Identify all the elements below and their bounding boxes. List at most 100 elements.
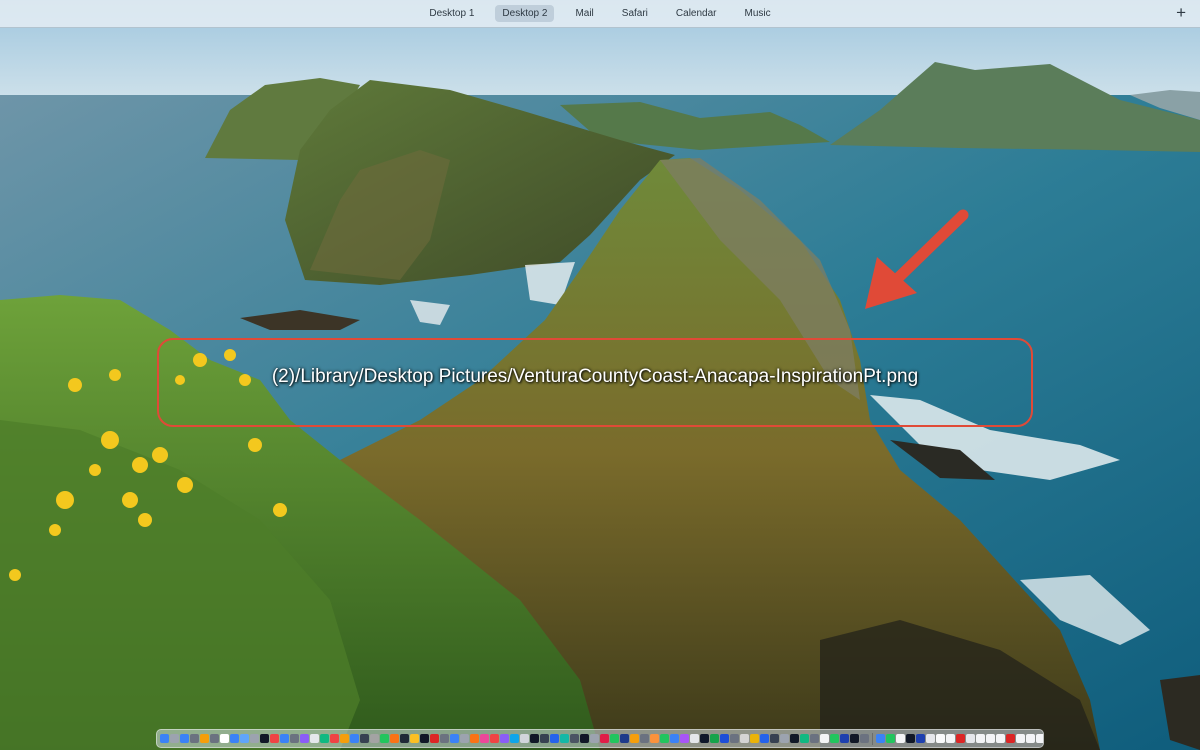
dock-app-icon[interactable]	[420, 734, 429, 743]
dock-separator	[872, 732, 873, 745]
dock-app-icon[interactable]	[230, 734, 239, 743]
dock-app-icon[interactable]	[180, 734, 189, 743]
spaces-list: Desktop 1 Desktop 2 Mail Safari Calendar Musi…	[422, 5, 777, 22]
dock-app-icon[interactable]	[280, 734, 289, 743]
dock-app-icon[interactable]	[360, 734, 369, 743]
dock-app-icon[interactable]	[640, 734, 649, 743]
dock-app-icon[interactable]	[530, 734, 539, 743]
dock-app-icon[interactable]	[260, 734, 269, 743]
space-tab-calendar[interactable]: Calendar	[669, 5, 724, 22]
dock-app-icon[interactable]	[720, 734, 729, 743]
dock-app-icon[interactable]	[1026, 734, 1035, 743]
dock-app-icon[interactable]	[916, 734, 925, 743]
dock-app-icon[interactable]	[780, 734, 789, 743]
dock-app-icon[interactable]	[1016, 734, 1025, 743]
add-desktop-button[interactable]: +	[1176, 3, 1186, 23]
dock-app-icon[interactable]	[906, 734, 915, 743]
dock-app-icon[interactable]	[820, 734, 829, 743]
dock-app-icon[interactable]	[680, 734, 689, 743]
dock-app-icon[interactable]	[860, 734, 869, 743]
dock-app-icon[interactable]	[936, 734, 945, 743]
dock-app-icon[interactable]	[550, 734, 559, 743]
desktop-screen: Desktop 1 Desktop 2 Mail Safari Calendar Musi…	[0, 0, 1200, 750]
dock-app-icon[interactable]	[580, 734, 589, 743]
dock-app-icon[interactable]	[600, 734, 609, 743]
dock-app-icon[interactable]	[220, 734, 229, 743]
dock-app-icon[interactable]	[760, 734, 769, 743]
dock-app-icon[interactable]	[250, 734, 259, 743]
dock-app-icon[interactable]	[810, 734, 819, 743]
dock-app-icon[interactable]	[976, 734, 985, 743]
dock-app-icon[interactable]	[590, 734, 599, 743]
dock-app-icon[interactable]	[650, 734, 659, 743]
dock-app-icon[interactable]	[400, 734, 409, 743]
dock-app-icon[interactable]	[340, 734, 349, 743]
dock-app-icon[interactable]	[790, 734, 799, 743]
dock-app-icon[interactable]	[660, 734, 669, 743]
dock-app-icon[interactable]	[520, 734, 529, 743]
dock-app-icon[interactable]	[750, 734, 759, 743]
dock-app-icon[interactable]	[240, 734, 249, 743]
dock-app-icon[interactable]	[966, 734, 975, 743]
spaces-bar: Desktop 1 Desktop 2 Mail Safari Calendar Musi…	[0, 0, 1200, 28]
dock-app-icon[interactable]	[480, 734, 489, 743]
dock-app-icon[interactable]	[200, 734, 209, 743]
dock-app-icon[interactable]	[460, 734, 469, 743]
space-tab-desktop-1[interactable]: Desktop 1	[422, 5, 481, 22]
dock-app-icon[interactable]	[450, 734, 459, 743]
dock-app-icon[interactable]	[926, 734, 935, 743]
dock-app-icon[interactable]	[320, 734, 329, 743]
dock-app-icon[interactable]	[560, 734, 569, 743]
space-tab-music[interactable]: Music	[738, 5, 778, 22]
dock-app-icon[interactable]	[210, 734, 219, 743]
dock-app-icon[interactable]	[500, 734, 509, 743]
dock-app-icon[interactable]	[690, 734, 699, 743]
dock-app-icon[interactable]	[850, 734, 859, 743]
dock-app-icon[interactable]	[270, 734, 279, 743]
dock-app-icon[interactable]	[490, 734, 499, 743]
dock-app-icon[interactable]	[470, 734, 479, 743]
dock-app-icon[interactable]	[390, 734, 399, 743]
dock-app-icon[interactable]	[730, 734, 739, 743]
dock-app-icon[interactable]	[510, 734, 519, 743]
dock-app-icon[interactable]	[830, 734, 839, 743]
dock-app-icon[interactable]	[310, 734, 319, 743]
dock-app-icon[interactable]	[430, 734, 439, 743]
dock-app-icon[interactable]	[330, 734, 339, 743]
dock-app-icon[interactable]	[610, 734, 619, 743]
wallpaper-file-path: (2)/Library/Desktop Pictures/VenturaCoun…	[271, 366, 919, 387]
space-tab-safari[interactable]: Safari	[615, 5, 655, 22]
dock-app-icon[interactable]	[1036, 734, 1043, 743]
dock-app-icon[interactable]	[290, 734, 299, 743]
dock-app-icon[interactable]	[620, 734, 629, 743]
dock-app-icon[interactable]	[770, 734, 779, 743]
dock-app-icon[interactable]	[700, 734, 709, 743]
dock-app-icon[interactable]	[630, 734, 639, 743]
dock-app-icon[interactable]	[670, 734, 679, 743]
dock-app-icon[interactable]	[160, 734, 169, 743]
dock-app-icon[interactable]	[896, 734, 905, 743]
dock-app-icon[interactable]	[190, 734, 199, 743]
dock-app-icon[interactable]	[540, 734, 549, 743]
dock-app-icon[interactable]	[740, 734, 749, 743]
dock-app-icon[interactable]	[350, 734, 359, 743]
dock-app-icon[interactable]	[410, 734, 419, 743]
space-tab-desktop-2[interactable]: Desktop 2	[495, 5, 555, 22]
space-tab-mail[interactable]: Mail	[568, 5, 600, 22]
dock-app-icon[interactable]	[996, 734, 1005, 743]
dock-app-icon[interactable]	[886, 734, 895, 743]
dock-app-icon[interactable]	[380, 734, 389, 743]
dock-app-icon[interactable]	[840, 734, 849, 743]
dock-app-icon[interactable]	[956, 734, 965, 743]
dock-app-icon[interactable]	[710, 734, 719, 743]
dock-app-icon[interactable]	[946, 734, 955, 743]
dock-app-icon[interactable]	[570, 734, 579, 743]
dock-app-icon[interactable]	[800, 734, 809, 743]
dock-app-icon[interactable]	[1006, 734, 1015, 743]
dock-app-icon[interactable]	[876, 734, 885, 743]
dock-app-icon[interactable]	[440, 734, 449, 743]
dock-app-icon[interactable]	[170, 734, 179, 743]
dock-app-icon[interactable]	[986, 734, 995, 743]
dock-app-icon[interactable]	[370, 734, 379, 743]
dock-app-icon[interactable]	[300, 734, 309, 743]
